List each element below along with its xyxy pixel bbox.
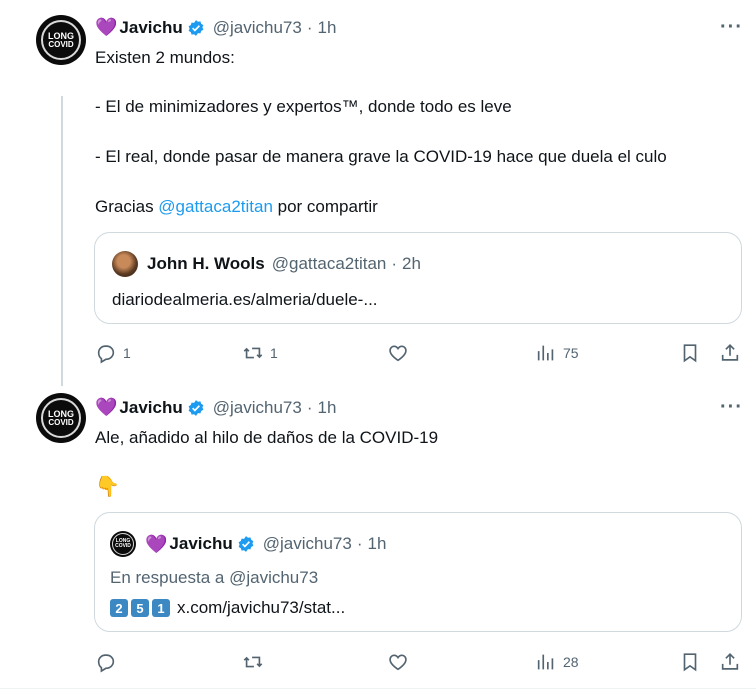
tweet-1-avatar[interactable]: LONG COVID [36,15,86,65]
quoted-author-handle: @javichu73 [262,534,352,553]
author-name[interactable]: Javichu [119,18,182,38]
more-icon[interactable]: ··· [720,16,743,39]
verified-icon [188,19,204,36]
mention-link[interactable]: @gattaca2titan [158,197,273,216]
retweet-button[interactable]: 1 [242,342,278,364]
reply-count: 1 [123,345,131,361]
reply-button[interactable]: 1 [95,342,131,364]
thanks-suffix: por compartir [272,197,378,216]
views-count: 75 [563,345,579,361]
quoted-timestamp: 2h [402,254,421,273]
reply-icon [97,345,115,364]
views-icon [537,345,554,361]
share-button[interactable] [719,651,741,673]
bookmark-icon [683,653,697,672]
keycap-digit-1: 1 [152,599,170,617]
avatar-badge: LONG COVID [41,20,81,60]
tweet-2-line-1: Ale, añadido al hilo de daños de la COVI… [95,428,439,447]
thanks-prefix: Gracias [95,197,159,216]
retweet-count: 1 [270,345,278,361]
bookmark-icon [683,344,697,363]
avatar-text-covid: COVID [48,39,74,49]
retweet-button[interactable] [242,651,264,673]
avatar-badge: LONG COVID [112,533,134,555]
timestamp[interactable]: 1h [318,398,337,418]
reply-icon [97,654,115,673]
reply-button[interactable] [95,651,117,673]
tweet-2-actions: 28 [95,650,745,674]
quoted-tweet-card[interactable]: LONG COVID 💜 Javichu @javichu73 · 1h En … [94,512,742,632]
like-icon [389,654,407,671]
timeline-divider [0,688,756,689]
views-button[interactable]: 28 [535,651,579,673]
separator-dot: · [306,17,313,37]
avatar: LONG COVID [110,531,136,557]
avatar [112,251,138,277]
views-count: 28 [563,654,579,670]
tweet-1-header: 💜 Javichu @javichu73 · 1h [95,17,336,38]
author-handle[interactable]: @javichu73 [213,398,302,418]
separator-dot: · [356,534,363,553]
bookmark-button[interactable] [679,342,701,364]
tweet-1-line-1: Existen 2 mundos: [95,48,235,67]
author-handle[interactable]: @javichu73 [213,18,302,38]
quoted-timestamp: 1h [367,534,387,553]
avatar-badge: LONG COVID [41,398,81,438]
separator-dot: · [391,254,398,273]
verified-icon [238,536,254,552]
quoted-author-name: John H. Wools [147,254,265,273]
purple-heart-emoji: 💜 [145,533,168,554]
share-icon [721,653,739,670]
quoted-link-text: diariodealmeria.es/almeria/duele-... [112,290,378,309]
tweet-1-thanks: Gracias @gattaca2titan por compartir [95,195,378,219]
timestamp[interactable]: 1h [318,18,337,38]
quoted-tweet-card[interactable]: John H. Wools @gattaca2titan · 2h diario… [94,232,742,324]
share-button[interactable] [719,342,741,364]
bookmark-button[interactable] [679,651,701,673]
like-button[interactable] [387,651,409,673]
views-icon [537,654,554,670]
reply-to-label: En respuesta a @javichu73 [110,568,319,587]
tweet-1-line-3: - El real, donde pasar de manera grave l… [95,147,667,166]
avatar-text-covid: COVID [115,543,131,549]
tweet-1-line-2: - El de minimizadores y expertos™, donde… [95,97,512,116]
avatar-text-covid: COVID [48,417,74,427]
tweet-2-header: 💜 Javichu @javichu73 · 1h [95,397,336,418]
quoted-content-line: 2 5 1 x.com/javichu73/stat... [110,598,345,618]
tweet-1-actions: 1 1 75 [95,341,745,365]
retweet-icon [243,347,263,359]
share-icon [721,344,739,361]
like-icon [389,345,407,362]
keycap-digit-5: 5 [131,599,149,617]
pointing-down-emoji: 👇 [95,476,120,498]
quoted-tweet-header: John H. Wools @gattaca2titan · 2h [112,251,421,277]
quoted-link-text: x.com/javichu73/stat... [177,598,346,617]
keycap-digit-2: 2 [110,599,128,617]
avatar[interactable]: LONG COVID [36,393,86,443]
avatar[interactable]: LONG COVID [36,15,86,65]
like-button[interactable] [387,342,409,364]
quoted-author-handle: @gattaca2titan [271,254,387,273]
author-name[interactable]: Javichu [119,398,182,418]
retweet-icon [243,656,263,668]
more-icon[interactable]: ··· [720,396,743,419]
quoted-tweet-header: LONG COVID 💜 Javichu @javichu73 · 1h [110,531,386,557]
tweet-2-avatar[interactable]: LONG COVID [36,393,86,443]
thread-connector-line [61,96,63,386]
quoted-author-name: Javichu [169,534,233,553]
views-button[interactable]: 75 [535,342,579,364]
verified-icon [188,399,204,416]
purple-heart-emoji: 💜 [95,397,118,417]
purple-heart-emoji: 💜 [95,17,118,37]
separator-dot: · [306,397,313,417]
